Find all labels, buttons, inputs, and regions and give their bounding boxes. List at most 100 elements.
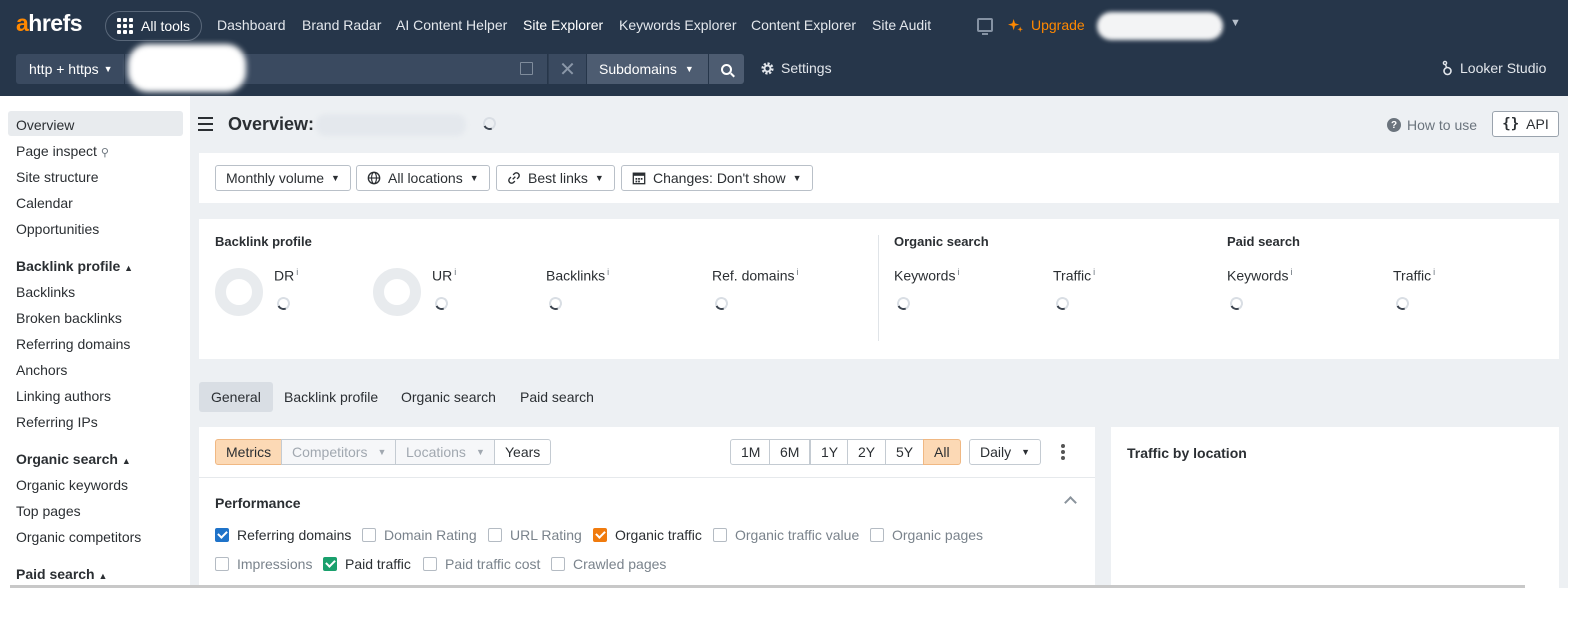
metric-ur[interactable]: UR i xyxy=(432,267,456,284)
tab-locations[interactable]: Locations ▼ xyxy=(395,439,496,465)
range-1m[interactable]: 1M xyxy=(730,439,772,465)
search-button[interactable] xyxy=(709,54,744,84)
ahrefs-logo[interactable]: ahrefs xyxy=(16,10,83,37)
sidebar-item-overview[interactable]: Overview xyxy=(16,117,74,133)
performance-heading: Performance xyxy=(215,495,301,511)
menu-icon[interactable] xyxy=(198,117,213,135)
checkbox-url-rating[interactable]: URL Rating xyxy=(488,527,582,543)
nav-dashboard[interactable]: Dashboard xyxy=(217,17,286,33)
nav-content-explorer[interactable]: Content Explorer xyxy=(751,17,856,33)
monitor-icon[interactable] xyxy=(977,18,993,35)
nav-ai-content-helper[interactable]: AI Content Helper xyxy=(396,17,507,33)
tab-paid-search[interactable]: Paid search xyxy=(508,382,606,412)
globe-icon xyxy=(367,171,381,185)
sidebar-item-anchors[interactable]: Anchors xyxy=(16,362,67,378)
more-options-icon[interactable] xyxy=(1061,444,1065,462)
range-all[interactable]: All xyxy=(923,439,961,465)
tab-years[interactable]: Years xyxy=(494,439,552,465)
settings-button[interactable]: Settings xyxy=(760,60,832,76)
checkbox-organic-pages[interactable]: Organic pages xyxy=(870,527,983,543)
metric-backlinks[interactable]: Backlinks i xyxy=(546,267,609,284)
checkbox-organic-traffic-value[interactable]: Organic traffic value xyxy=(713,527,859,543)
range-2y[interactable]: 2Y xyxy=(847,439,887,465)
info-icon[interactable]: i xyxy=(796,267,798,277)
account-chevron-down-icon[interactable]: ▼ xyxy=(1230,17,1241,29)
sidebar-item-organic-keywords[interactable]: Organic keywords xyxy=(16,477,128,493)
looker-studio-link[interactable]: Looker Studio xyxy=(1441,60,1546,76)
nav-site-audit[interactable]: Site Audit xyxy=(872,17,931,33)
locations-dropdown[interactable]: All locations ▼ xyxy=(356,165,490,191)
sidebar-item-page-inspect[interactable]: Page inspect ⚲ xyxy=(16,143,109,159)
nav-site-explorer[interactable]: Site Explorer xyxy=(523,17,603,33)
sidebar-item-opportunities[interactable]: Opportunities xyxy=(16,221,99,237)
tab-metrics[interactable]: Metrics xyxy=(215,439,283,465)
links-dropdown[interactable]: Best links ▼ xyxy=(496,165,615,191)
api-button[interactable]: {} API xyxy=(1492,111,1559,137)
clear-input-button[interactable]: ✕ xyxy=(548,54,586,84)
range-6m[interactable]: 6M xyxy=(769,439,811,465)
chevron-down-icon: ▼ xyxy=(377,447,387,457)
granularity-dropdown[interactable]: Daily ▼ xyxy=(969,439,1042,465)
calendar-icon xyxy=(632,172,646,185)
tab-general[interactable]: General xyxy=(199,382,273,412)
checkbox-organic-traffic[interactable]: Organic traffic xyxy=(593,527,702,543)
tab-competitors[interactable]: Competitors ▼ xyxy=(281,439,398,465)
nav-brand-radar[interactable]: Brand Radar xyxy=(302,17,381,33)
chevron-down-icon: ▼ xyxy=(469,173,479,183)
account-name-redacted[interactable] xyxy=(1097,12,1223,40)
checkbox-crawled-pages[interactable]: Crawled pages xyxy=(551,556,666,572)
how-to-use-link[interactable]: ? How to use xyxy=(1387,117,1477,133)
sidebar-section-backlink-profile[interactable]: Backlink profile ▲ xyxy=(16,258,133,274)
nav-keywords-explorer[interactable]: Keywords Explorer xyxy=(619,17,737,33)
tab-backlink-profile[interactable]: Backlink profile xyxy=(272,382,390,412)
metric-dr[interactable]: DR i xyxy=(274,267,298,284)
checkbox-label: Organic pages xyxy=(892,527,984,543)
info-icon[interactable]: i xyxy=(607,267,609,277)
sidebar-item-referring-domains[interactable]: Referring domains xyxy=(16,336,130,352)
info-icon[interactable]: i xyxy=(957,267,959,277)
metric-paid-keywords[interactable]: Keywords i xyxy=(1227,267,1292,284)
sidebar-item-organic-competitors[interactable]: Organic competitors xyxy=(16,529,141,545)
info-icon[interactable]: i xyxy=(454,267,456,277)
metric-ref-domains[interactable]: Ref. domains i xyxy=(712,267,798,284)
chevron-down-icon: ▼ xyxy=(103,64,113,74)
protocol-dropdown[interactable]: http + https ▼ xyxy=(16,54,124,84)
info-icon[interactable]: i xyxy=(1433,267,1435,277)
chevron-up-icon[interactable] xyxy=(1064,496,1077,509)
all-tools-button[interactable]: All tools xyxy=(105,11,202,41)
checkbox-paid-traffic[interactable]: Paid traffic xyxy=(323,556,411,572)
sidebar-item-backlinks[interactable]: Backlinks xyxy=(16,284,75,300)
checkbox-referring-domains[interactable]: Referring domains xyxy=(215,527,351,543)
checkbox-domain-rating[interactable]: Domain Rating xyxy=(362,527,477,543)
tab-organic-search[interactable]: Organic search xyxy=(389,382,508,412)
sidebar-item-linking-authors[interactable]: Linking authors xyxy=(16,388,111,404)
search-icon xyxy=(721,63,732,75)
sidebar-section-paid-search[interactable]: Paid search ▲ xyxy=(16,566,107,582)
sidebar-item-referring-ips[interactable]: Referring IPs xyxy=(16,414,98,430)
checkbox-impressions[interactable]: Impressions xyxy=(215,556,312,572)
sidebar-item-calendar[interactable]: Calendar xyxy=(16,195,73,211)
metric-organic-keywords[interactable]: Keywords i xyxy=(894,267,959,284)
traffic-by-location-panel: Traffic by location xyxy=(1111,427,1559,588)
sidebar-item-site-structure[interactable]: Site structure xyxy=(16,169,98,185)
volume-mode-dropdown[interactable]: Monthly volume ▼ xyxy=(215,165,351,191)
grid-icon xyxy=(117,18,133,34)
sidebar-item-broken-backlinks[interactable]: Broken backlinks xyxy=(16,310,122,326)
external-link-icon[interactable] xyxy=(520,62,533,75)
sidebar-item-top-pages[interactable]: Top pages xyxy=(16,503,81,519)
metric-paid-traffic[interactable]: Traffic i xyxy=(1393,267,1435,284)
changes-dropdown[interactable]: Changes: Don't show ▼ xyxy=(621,165,813,191)
upgrade-button[interactable]: Upgrade xyxy=(1008,17,1085,33)
metric-organic-traffic[interactable]: Traffic i xyxy=(1053,267,1095,284)
range-1y[interactable]: 1Y xyxy=(810,439,850,465)
info-icon[interactable]: i xyxy=(1093,267,1095,277)
info-icon[interactable]: i xyxy=(296,267,298,277)
checkbox-paid-traffic-cost[interactable]: Paid traffic cost xyxy=(423,556,540,572)
info-icon[interactable]: i xyxy=(1290,267,1292,277)
range-5y[interactable]: 5Y xyxy=(885,439,925,465)
page-title: Overview: xyxy=(228,114,315,134)
checkbox-empty-icon xyxy=(215,557,229,571)
mode-dropdown[interactable]: Subdomains ▼ xyxy=(587,54,708,84)
checkbox-empty-icon xyxy=(713,528,727,542)
sidebar-section-organic-search[interactable]: Organic search ▲ xyxy=(16,451,131,467)
